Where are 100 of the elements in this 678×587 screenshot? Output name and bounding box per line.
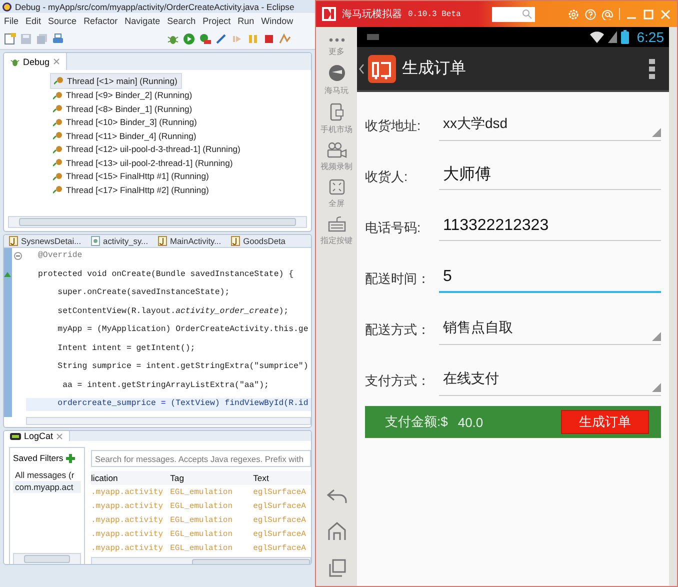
horizontal-scrollbar[interactable] bbox=[8, 216, 307, 228]
field-label: 配送时间： bbox=[365, 270, 431, 288]
create-order-button[interactable]: 生成订单 bbox=[561, 410, 649, 434]
menu-item[interactable]: Source bbox=[48, 16, 77, 26]
editor-tab[interactable]: MainActivity... bbox=[153, 235, 226, 248]
bug-icon[interactable] bbox=[167, 33, 179, 45]
print-icon[interactable] bbox=[52, 33, 64, 45]
table-cell-text: EGL_emulation bbox=[170, 488, 234, 496]
battery-icon bbox=[620, 30, 629, 44]
home-icon[interactable] bbox=[326, 521, 346, 541]
window-title: Debug - myApp/src/com/myapp/activity/OrderCreateActivity.java - Eclipse bbox=[15, 2, 294, 12]
code-line: @Override bbox=[37, 250, 84, 262]
logcat-view-tab[interactable]: LogCat bbox=[4, 431, 70, 441]
back-icon[interactable] bbox=[326, 488, 348, 504]
dropdown-field[interactable]: 在线支付 bbox=[439, 365, 661, 396]
filter-item[interactable]: All messages (r bbox=[13, 469, 81, 481]
thread-icon bbox=[53, 144, 63, 154]
table-cell-text: .myapp.activity bbox=[91, 544, 164, 552]
eclipse-logo-icon bbox=[2, 2, 12, 12]
menu-item[interactable]: Navigate bbox=[124, 16, 160, 26]
dropdown-triangle-icon bbox=[652, 128, 661, 137]
thread-item[interactable]: Thread [<17> FinalHttp #2] (Running) bbox=[50, 183, 213, 196]
column-header[interactable]: lication bbox=[91, 473, 170, 483]
text-field[interactable]: 113322212323 bbox=[439, 214, 661, 241]
table-cell-text: eglSurfaceA bbox=[253, 516, 307, 524]
dropdown-field[interactable]: xx大学dsd bbox=[439, 110, 661, 141]
video-camera-icon[interactable] bbox=[326, 142, 346, 158]
search-field[interactable]: Search for messages. Accepts Java regexes. Prefix with bbox=[91, 450, 311, 467]
text-field[interactable]: 大师傅 bbox=[439, 163, 661, 190]
filters-title: Saved Filters bbox=[13, 453, 64, 463]
save-all-icon[interactable] bbox=[36, 33, 48, 45]
text-field[interactable]: 5 bbox=[439, 264, 661, 292]
step-icon[interactable] bbox=[279, 33, 291, 45]
column-header[interactable]: Tag bbox=[170, 473, 254, 483]
field-label: 支付方式： bbox=[365, 372, 431, 390]
thread-item[interactable]: Thread [<9> Binder_2] (Running) bbox=[50, 88, 196, 102]
code-line: Intent intent = getIntent(); bbox=[56, 342, 196, 355]
filter-item[interactable]: com.myapp.act bbox=[13, 481, 81, 493]
at-sign-icon[interactable] bbox=[602, 8, 613, 20]
version-label: 0.10.3 Beta bbox=[408, 10, 461, 18]
menu-item[interactable]: Run bbox=[238, 16, 254, 26]
debug-view-tab[interactable]: Debug bbox=[4, 53, 67, 70]
emulator-title: 海马玩模拟器 bbox=[342, 8, 402, 21]
menu-item[interactable]: Search bbox=[167, 16, 196, 26]
maximize-icon[interactable] bbox=[643, 8, 654, 20]
thread-icon bbox=[53, 158, 63, 168]
thread-item[interactable]: Thread [<1> main] (Running) bbox=[50, 73, 182, 88]
editor-tab[interactable]: activity_sy... bbox=[86, 235, 154, 248]
java-file-icon bbox=[9, 236, 18, 246]
table-cell-text: .myapp.activity bbox=[91, 488, 164, 496]
field-label: 收货人: bbox=[365, 168, 409, 186]
thread-item[interactable]: Thread [<8> Binder_1] (Running) bbox=[50, 102, 196, 116]
settings-icon[interactable] bbox=[568, 8, 579, 20]
thread-item[interactable]: Thread [<15> FinalHttp #1] (Running) bbox=[50, 170, 213, 183]
column-header[interactable]: Text bbox=[253, 473, 311, 483]
more-dots-icon[interactable] bbox=[328, 37, 346, 43]
table-cell-text: eglSurfaceA bbox=[253, 530, 307, 538]
search-field[interactable] bbox=[492, 6, 535, 22]
menu-item[interactable]: Refactor bbox=[84, 16, 118, 26]
editor-tab[interactable]: SysnewsDetai... bbox=[4, 235, 86, 248]
fullscreen-icon[interactable] bbox=[328, 179, 344, 195]
close-icon[interactable] bbox=[56, 432, 64, 440]
round-logo-icon[interactable] bbox=[328, 64, 346, 82]
disconnect-icon[interactable] bbox=[215, 33, 227, 45]
help-icon[interactable] bbox=[585, 8, 596, 20]
menu-item[interactable]: Window bbox=[261, 16, 294, 26]
menu-item[interactable]: Edit bbox=[26, 16, 42, 26]
table-cell-text: eglSurfaceA bbox=[253, 488, 307, 496]
thread-icon bbox=[53, 172, 63, 181]
dropdown-triangle-icon bbox=[652, 332, 661, 341]
new-file-icon[interactable] bbox=[4, 33, 16, 45]
collapse-icon[interactable] bbox=[14, 252, 22, 260]
up-caret-icon[interactable] bbox=[359, 64, 364, 74]
android-icon bbox=[10, 432, 21, 440]
table-cell-text: eglSurfaceA bbox=[253, 544, 307, 552]
recent-apps-icon[interactable] bbox=[326, 558, 346, 578]
menu-item[interactable]: Project bbox=[202, 16, 231, 26]
overflow-menu-icon[interactable] bbox=[649, 58, 655, 78]
payment-amount: 40.0 bbox=[458, 414, 484, 430]
close-icon[interactable] bbox=[52, 58, 60, 65]
horizontal-scrollbar[interactable] bbox=[13, 553, 81, 564]
thread-item[interactable]: Thread [<10> Binder_3] (Running) bbox=[50, 116, 201, 129]
run-icon[interactable] bbox=[183, 33, 195, 45]
phone-icon[interactable] bbox=[328, 103, 344, 121]
dropdown-field[interactable]: 销售点自取 bbox=[439, 314, 661, 345]
app-logo-icon[interactable] bbox=[368, 54, 396, 82]
code-line: myApp = (MyApplication) OrderCreateActivity.this.ge bbox=[56, 324, 310, 336]
stop-icon[interactable] bbox=[263, 33, 275, 45]
add-icon[interactable] bbox=[66, 454, 76, 462]
java-file-icon bbox=[158, 236, 168, 246]
external-tool-icon[interactable] bbox=[199, 33, 211, 45]
code-line: setContentView(R.layout.activity_order_create); bbox=[56, 306, 290, 318]
editor-tab[interactable]: GoodsDeta bbox=[226, 235, 290, 248]
horizontal-scrollbar[interactable] bbox=[26, 416, 311, 425]
thread-item[interactable]: Thread [<11> Binder_4] (Running) bbox=[50, 129, 200, 142]
emulator-logo-icon bbox=[322, 7, 336, 21]
thread-item[interactable]: Thread [<13> uil-pool-2-thread-1] (Running) bbox=[50, 156, 237, 170]
thread-item[interactable]: Thread [<12> uil-pool-d-3-thread-1] (Running) bbox=[50, 142, 244, 156]
menu-item[interactable]: File bbox=[4, 16, 19, 26]
table-cell-text: EGL_emulation bbox=[170, 530, 234, 538]
